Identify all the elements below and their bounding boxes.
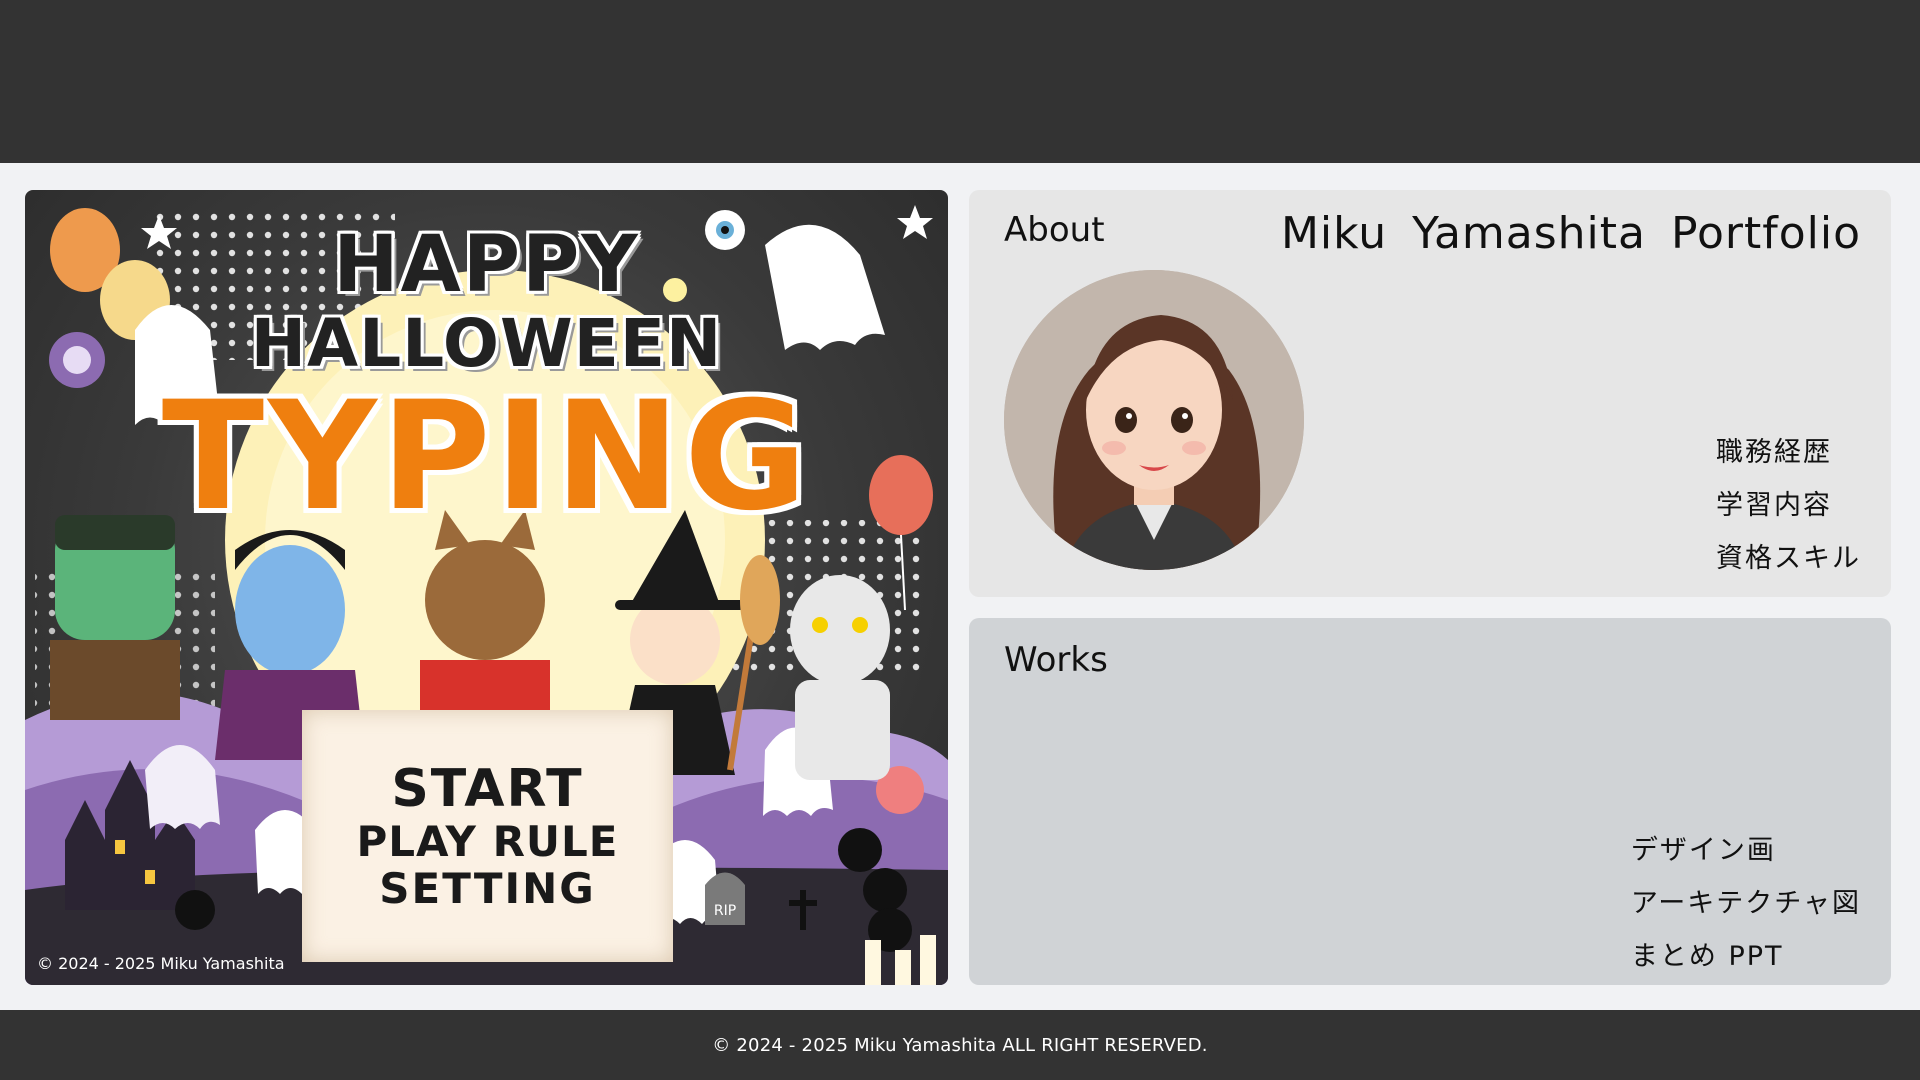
game-menu-box: START PLAY RULE SETTING [302, 710, 673, 962]
footer-copyright: © 2024 - 2025 Miku Yamashita ALL RIGHT R… [712, 1034, 1208, 1056]
game-copyright: © 2024 - 2025 Miku Yamashita [37, 954, 285, 973]
pumpkin-icon [175, 890, 215, 930]
works-links: デザイン画 アーキテクチャ図 まとめ PPT [1631, 828, 1861, 973]
halloween-typing-game-panel[interactable]: RIP HAPPY HALLOWEEN TYPING START PLAY RU… [25, 190, 948, 985]
tombstone-text: RIP [714, 903, 736, 919]
link-study-content[interactable]: 学習内容 [1716, 483, 1861, 522]
broom-icon [740, 555, 780, 645]
play-rule-button[interactable]: PLAY RULE [357, 818, 619, 865]
werewolf-icon [425, 540, 545, 660]
portfolio-title: Miku Yamashita Portfolio [1280, 208, 1861, 259]
link-career-history[interactable]: 職務経歴 [1716, 430, 1861, 469]
dracula-icon [235, 545, 345, 675]
candle-icon [865, 940, 881, 985]
mummy-icon [790, 575, 890, 685]
pumpkin-icon [838, 828, 882, 872]
game-title-typing: TYPING [161, 370, 812, 544]
avatar-illustration [1004, 270, 1304, 570]
avatar [1004, 270, 1304, 570]
works-heading: Works [1004, 640, 1108, 680]
about-links: 職務経歴 学習内容 資格スキル [1716, 430, 1861, 575]
setting-button[interactable]: SETTING [379, 865, 595, 912]
about-heading: About [1004, 210, 1105, 250]
cross-icon [800, 890, 806, 930]
link-architecture-diagram[interactable]: アーキテクチャ図 [1631, 881, 1861, 920]
footer-bar: © 2024 - 2025 Miku Yamashita ALL RIGHT R… [0, 1010, 1920, 1080]
top-header-bar [0, 0, 1920, 163]
start-button[interactable]: START [391, 760, 583, 818]
link-summary-ppt[interactable]: まとめ PPT [1631, 934, 1861, 973]
game-title-happy: HAPPY [333, 220, 640, 310]
link-qualifications-skills[interactable]: 資格スキル [1716, 536, 1861, 575]
link-design-drawings[interactable]: デザイン画 [1631, 828, 1861, 867]
works-card: Works デザイン画 アーキテクチャ図 まとめ PPT [969, 618, 1891, 985]
pumpkin-icon [863, 868, 907, 912]
about-card: About Miku Yamashita Portfolio 職務経歴 学習内容… [969, 190, 1891, 597]
